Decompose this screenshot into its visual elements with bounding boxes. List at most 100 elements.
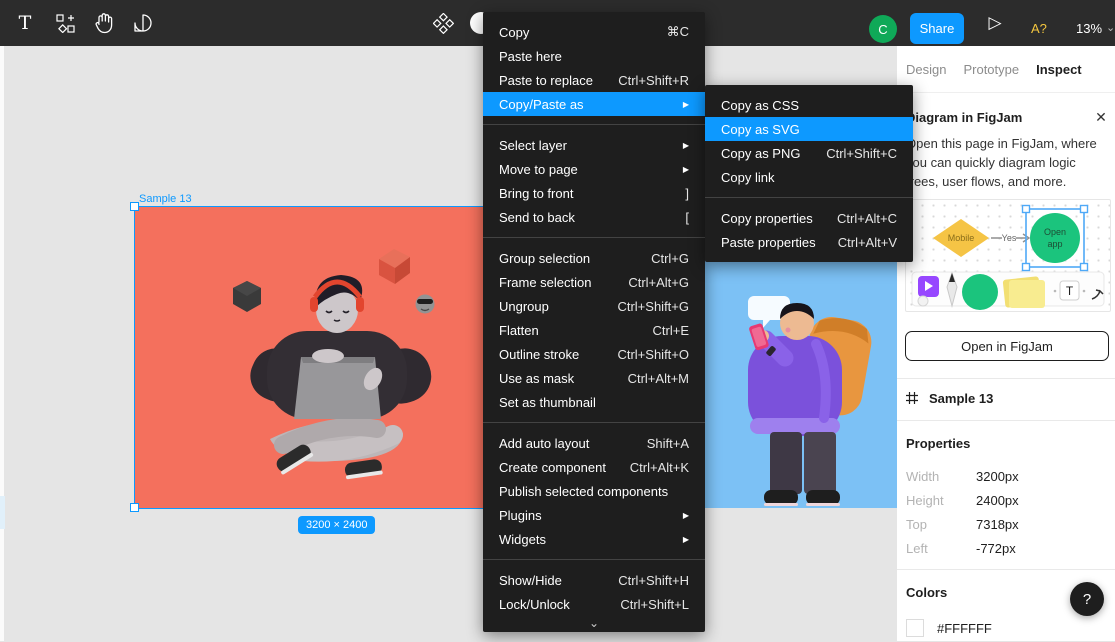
question-mark-icon: ? (1083, 591, 1091, 608)
menu-item-bring-to-front[interactable]: Bring to front ] (483, 181, 705, 205)
svg-text:T: T (1066, 284, 1074, 298)
menu-item-ungroup[interactable]: Ungroup Ctrl+Shift+G (483, 294, 705, 318)
close-icon[interactable]: ✕ (1092, 108, 1110, 126)
menu-item-label: Paste to replace (499, 73, 593, 88)
user-avatar[interactable]: C (869, 15, 897, 43)
help-button[interactable]: ? (1070, 582, 1104, 616)
menu-item-shortcut: Ctrl+G (651, 251, 689, 266)
menu-item-label: Use as mask (499, 371, 574, 386)
menu-scroll-chevron[interactable]: ⌄ (483, 616, 705, 630)
resources-tool-button[interactable] (45, 0, 85, 46)
svg-text:Open: Open (1044, 227, 1066, 237)
tab-prototype[interactable]: Prototype (963, 62, 1019, 77)
accessibility-badge[interactable]: A? (1031, 21, 1047, 36)
colors-section-title: Colors (906, 585, 947, 600)
text-tool-button[interactable]: T (5, 0, 45, 46)
selection-handle-top-left[interactable] (130, 202, 139, 211)
submenu-item-copy-properties[interactable]: Copy properties Ctrl+Alt+C (705, 206, 913, 230)
submenu-arrow-icon: ▶ (683, 535, 689, 544)
menu-item-shortcut: ] (685, 186, 689, 201)
figjam-panel-title: Diagram in FigJam (906, 110, 1022, 125)
menu-item-label: Copy link (721, 170, 774, 185)
menu-separator (483, 559, 705, 560)
canvas-frame-sample-13[interactable] (135, 207, 541, 508)
menu-item-widgets[interactable]: Widgets ▶ (483, 527, 705, 551)
main-component-button[interactable] (428, 0, 458, 46)
menu-item-select-layer[interactable]: Select layer ▶ (483, 133, 705, 157)
open-in-figjam-button[interactable]: Open in FigJam (905, 331, 1109, 361)
frame-hash-icon (906, 392, 918, 404)
menu-item-move-to-page[interactable]: Move to page ▶ (483, 157, 705, 181)
menu-item-send-to-back[interactable]: Send to back [ (483, 205, 705, 229)
submenu-item-paste-properties[interactable]: Paste properties Ctrl+Alt+V (705, 230, 913, 254)
tab-inspect[interactable]: Inspect (1036, 62, 1082, 77)
menu-item-show-hide[interactable]: Show/Hide Ctrl+Shift+H (483, 568, 705, 592)
menu-item-frame-selection[interactable]: Frame selection Ctrl+Alt+G (483, 270, 705, 294)
property-value[interactable]: -772px (976, 541, 1016, 556)
menu-item-use-as-mask[interactable]: Use as mask Ctrl+Alt+M (483, 366, 705, 390)
submenu-item-copy-as-svg[interactable]: Copy as SVG (705, 117, 913, 141)
menu-item-paste-to-replace[interactable]: Paste to replace Ctrl+Shift+R (483, 68, 705, 92)
menu-item-label: Bring to front (499, 186, 573, 201)
frame-label-sample-13[interactable]: Sample 13 (139, 193, 192, 205)
selection-handle-bottom-left[interactable] (130, 503, 139, 512)
menu-item-paste-here[interactable]: Paste here (483, 44, 705, 68)
share-button[interactable]: Share (910, 13, 964, 44)
menu-item-publish-selected-components[interactable]: Publish selected components (483, 479, 705, 503)
menu-item-label: Group selection (499, 251, 590, 266)
property-label: Width (906, 469, 976, 484)
submenu-arrow-icon: ▶ (683, 165, 689, 174)
property-value[interactable]: 7318px (976, 517, 1019, 532)
comment-bubble-icon (133, 13, 153, 33)
menu-item-label: Flatten (499, 323, 539, 338)
zoom-level-value: 13% (1076, 21, 1102, 36)
menu-item-label: Plugins (499, 508, 542, 523)
shapes-plus-icon (56, 14, 75, 33)
menu-item-label: Move to page (499, 162, 578, 177)
menu-item-shortcut: Ctrl+Shift+G (617, 299, 689, 314)
menu-item-shortcut: Ctrl+Shift+C (826, 146, 897, 161)
menu-item-label: Copy as SVG (721, 122, 800, 137)
menu-item-set-as-thumbnail[interactable]: Set as thumbnail (483, 390, 705, 414)
menu-separator (483, 422, 705, 423)
comment-tool-button[interactable] (123, 0, 163, 46)
menu-item-add-auto-layout[interactable]: Add auto layout Shift+A (483, 431, 705, 455)
menu-item-plugins[interactable]: Plugins ▶ (483, 503, 705, 527)
present-play-icon[interactable]: ▷ (985, 13, 1005, 33)
color-swatch-white[interactable] (906, 619, 924, 637)
menu-item-label: Add auto layout (499, 436, 589, 451)
submenu-item-copy-link[interactable]: Copy link (705, 165, 913, 189)
menu-item-outline-stroke[interactable]: Outline stroke Ctrl+Shift+O (483, 342, 705, 366)
menu-item-label: Lock/Unlock (499, 597, 570, 612)
selected-layer-row[interactable]: Sample 13 (906, 387, 993, 409)
property-value[interactable]: 2400px (976, 493, 1019, 508)
color-hex-value[interactable]: #FFFFFF (937, 621, 992, 636)
figjam-preview-image: Mobile Yes Open app (905, 199, 1111, 312)
menu-item-shortcut: Ctrl+Alt+C (837, 211, 897, 226)
copy-paste-as-submenu: Copy as CSS Copy as SVG Copy as PNG Ctrl… (705, 85, 913, 262)
menu-item-copy[interactable]: Copy ⌘C (483, 20, 705, 44)
menu-item-label: Copy as PNG (721, 146, 800, 161)
menu-item-create-component[interactable]: Create component Ctrl+Alt+K (483, 455, 705, 479)
menu-item-shortcut: Ctrl+Shift+R (618, 73, 689, 88)
menu-item-label: Copy as CSS (721, 98, 799, 113)
submenu-item-copy-as-css[interactable]: Copy as CSS (705, 93, 913, 117)
menu-item-copy-paste-as[interactable]: Copy/Paste as ▶ (483, 92, 705, 116)
menu-item-shortcut: Ctrl+Alt+K (630, 460, 689, 475)
menu-item-shortcut: Ctrl+Shift+O (617, 347, 689, 362)
menu-item-label: Paste properties (721, 235, 816, 250)
hand-tool-button[interactable] (84, 0, 124, 46)
tab-design[interactable]: Design (906, 62, 946, 77)
menu-item-label: Publish selected components (499, 484, 668, 499)
zoom-level-control[interactable]: 13% ⌄ (1076, 21, 1115, 36)
property-value[interactable]: 3200px (976, 469, 1019, 484)
menu-item-label: Widgets (499, 532, 546, 547)
menu-item-flatten[interactable]: Flatten Ctrl+E (483, 318, 705, 342)
property-row-left: Left -772px (906, 536, 1016, 560)
divider (897, 420, 1115, 421)
menu-item-group-selection[interactable]: Group selection Ctrl+G (483, 246, 705, 270)
submenu-item-copy-as-png[interactable]: Copy as PNG Ctrl+Shift+C (705, 141, 913, 165)
menu-item-label: Paste here (499, 49, 562, 64)
menu-separator (705, 197, 913, 198)
menu-item-lock-unlock[interactable]: Lock/Unlock Ctrl+Shift+L (483, 592, 705, 616)
